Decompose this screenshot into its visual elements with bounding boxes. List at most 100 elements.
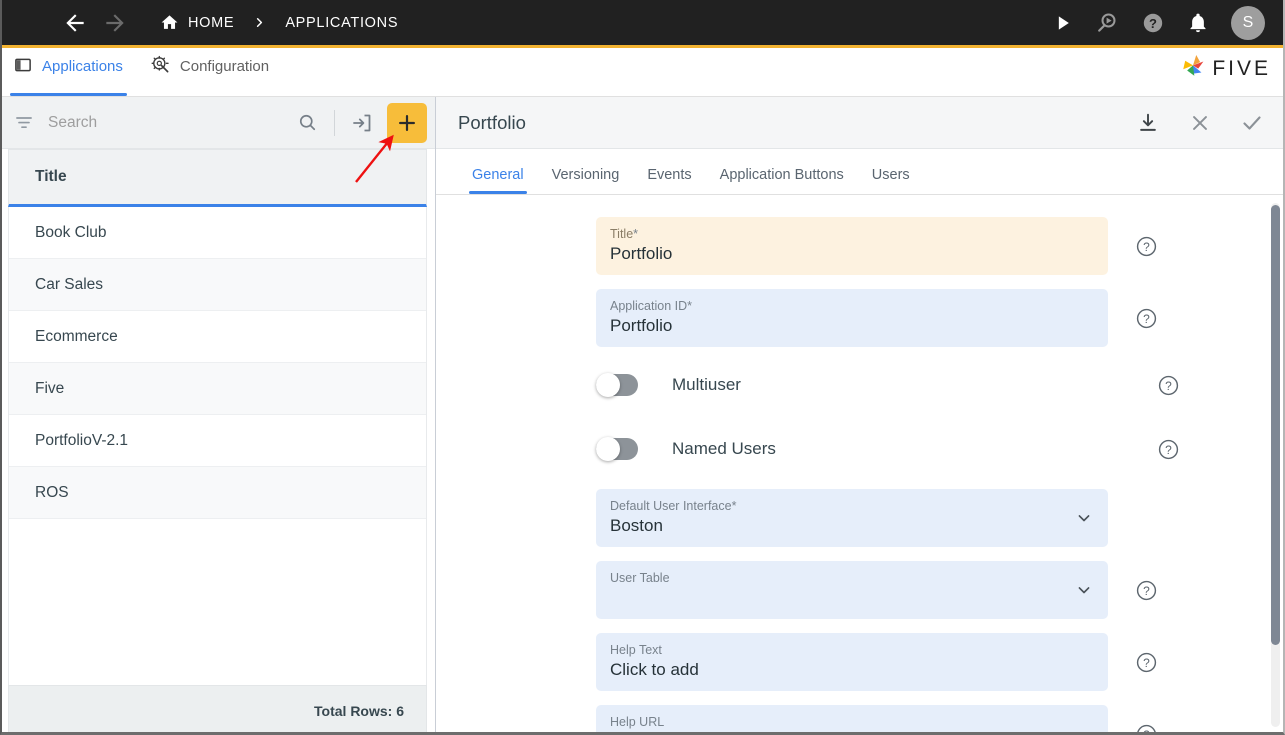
detail-header-actions: [1133, 108, 1267, 138]
question-circle-icon[interactable]: ?: [1156, 373, 1180, 397]
question-circle-icon[interactable]: ?: [1134, 234, 1158, 258]
tab-configuration-label: Configuration: [179, 58, 270, 75]
svg-text:?: ?: [1143, 239, 1150, 253]
form-row-help-url: Help URL ?: [436, 705, 1285, 735]
toggle-knob: [596, 437, 620, 461]
multiuser-toggle[interactable]: [596, 373, 638, 397]
help-icon[interactable]: ?: [1141, 11, 1165, 35]
multiuser-label: Multiuser: [672, 375, 741, 394]
title-field-value: Portfolio: [610, 244, 673, 263]
form-row-application-id: Application ID* Portfolio ?: [436, 289, 1285, 347]
table-row[interactable]: Car Sales: [9, 259, 426, 311]
title-field[interactable]: Title* Portfolio: [596, 217, 1108, 275]
breadcrumb-item-home[interactable]: HOME: [188, 15, 234, 31]
panel-split-icon: [14, 56, 32, 78]
help-text-label-text: Help Text: [610, 643, 662, 657]
default-user-interface-select[interactable]: Default User Interface* Boston: [596, 489, 1108, 547]
workspace-tabstrip: Applications Configuration FIVE: [0, 48, 1285, 97]
row-title: Car Sales: [35, 275, 104, 293]
tab-configuration[interactable]: Configuration: [137, 48, 283, 96]
question-circle-icon[interactable]: ?: [1134, 650, 1158, 674]
toolbar-divider: [334, 109, 335, 136]
table-row[interactable]: ROS: [9, 467, 426, 519]
general-form: Title* Portfolio ? Application ID* Portf…: [436, 195, 1285, 735]
download-icon[interactable]: [1133, 108, 1163, 138]
row-title: ROS: [35, 483, 69, 501]
applications-grid: Title Book Club Car Sales Ecommerce Five…: [0, 149, 435, 735]
tab-events[interactable]: Events: [633, 149, 705, 194]
chevron-down-icon[interactable]: [1074, 508, 1094, 528]
application-id-label-text: Application ID: [610, 299, 688, 313]
top-bar-actions: ? S: [1053, 5, 1271, 40]
chevron-right-icon: [252, 15, 267, 30]
question-circle-icon[interactable]: ?: [1134, 306, 1158, 330]
form-row-default-user-interface: Default User Interface* Boston: [436, 489, 1285, 547]
brand-name: FIVE: [1212, 56, 1271, 80]
help-url-field[interactable]: Help URL: [596, 705, 1108, 735]
row-title: Ecommerce: [35, 327, 118, 345]
add-application-button[interactable]: [387, 102, 427, 143]
svg-text:?: ?: [1143, 655, 1150, 669]
named-users-label: Named Users: [672, 439, 776, 458]
help-text-label: Help Text: [610, 643, 1094, 657]
chevron-down-icon[interactable]: [1074, 580, 1094, 600]
search-input[interactable]: [48, 113, 292, 132]
required-marker: *: [687, 299, 692, 313]
sidebar-search-bar: [0, 97, 435, 149]
filter-icon[interactable]: [14, 113, 34, 133]
form-row-title: Title* Portfolio ?: [436, 217, 1285, 275]
tab-general[interactable]: General: [458, 149, 538, 194]
application-id-field-label: Application ID*: [610, 299, 1094, 313]
application-id-field[interactable]: Application ID* Portfolio: [596, 289, 1108, 347]
home-icon: [160, 13, 179, 32]
brand-logo: FIVE: [1180, 53, 1285, 96]
table-row[interactable]: Book Club: [9, 207, 426, 259]
tab-versioning[interactable]: Versioning: [538, 149, 634, 194]
help-text-field[interactable]: Help Text Click to add: [596, 633, 1108, 691]
required-marker: *: [731, 499, 737, 513]
row-title: Five: [35, 379, 65, 397]
svg-text:?: ?: [1143, 727, 1150, 735]
breadcrumb-item-applications[interactable]: APPLICATIONS: [285, 15, 398, 31]
grid-column-header-title[interactable]: Title: [8, 149, 427, 207]
vertical-scrollbar[interactable]: [1271, 203, 1280, 727]
row-title: PortfolioV-2.1: [35, 431, 129, 449]
tab-users[interactable]: Users: [858, 149, 924, 194]
check-icon[interactable]: [1237, 108, 1267, 138]
user-table-label: User Table: [610, 571, 1064, 585]
form-scroll-area: Title* Portfolio ? Application ID* Portf…: [436, 195, 1285, 735]
user-table-select[interactable]: User Table: [596, 561, 1108, 619]
user-table-label-text: User Table: [610, 571, 670, 585]
table-row[interactable]: PortfolioV-2.1: [9, 415, 426, 467]
table-row[interactable]: Five: [9, 363, 426, 415]
arrow-left-icon[interactable]: [58, 6, 92, 40]
close-icon[interactable]: [1185, 108, 1215, 138]
arrow-right-icon[interactable]: [98, 6, 132, 40]
help-url-label-text: Help URL: [610, 715, 665, 729]
top-navigation-bar: HOME APPLICATIONS ? S: [0, 0, 1285, 45]
named-users-toggle[interactable]: [596, 437, 638, 461]
hamburger-menu-icon[interactable]: [14, 18, 36, 28]
question-circle-icon[interactable]: ?: [1156, 437, 1180, 461]
search-run-icon[interactable]: [1095, 11, 1119, 35]
svg-text:?: ?: [1143, 311, 1150, 325]
search-icon[interactable]: [292, 108, 322, 138]
form-row-help-text: Help Text Click to add ?: [436, 633, 1285, 691]
question-circle-icon[interactable]: ?: [1134, 578, 1158, 602]
detail-tabstrip: General Versioning Events Application Bu…: [436, 149, 1285, 195]
notifications-bell-icon[interactable]: [1187, 12, 1209, 34]
required-marker: *: [633, 227, 639, 241]
breadcrumb: HOME APPLICATIONS: [160, 13, 398, 32]
table-row[interactable]: Ecommerce: [9, 311, 426, 363]
gear-wrench-icon: [151, 55, 170, 78]
question-circle-icon[interactable]: ?: [1134, 722, 1158, 735]
tab-application-buttons[interactable]: Application Buttons: [706, 149, 858, 194]
avatar[interactable]: S: [1231, 5, 1265, 40]
tab-applications[interactable]: Applications: [0, 48, 137, 96]
svg-text:?: ?: [1149, 16, 1157, 31]
help-text-value: Click to add: [610, 660, 699, 679]
run-icon[interactable]: [1053, 13, 1073, 33]
import-icon[interactable]: [347, 108, 377, 138]
detail-panel: Portfolio General Versioning Events Appl…: [436, 97, 1285, 735]
scrollbar-thumb[interactable]: [1271, 205, 1280, 645]
